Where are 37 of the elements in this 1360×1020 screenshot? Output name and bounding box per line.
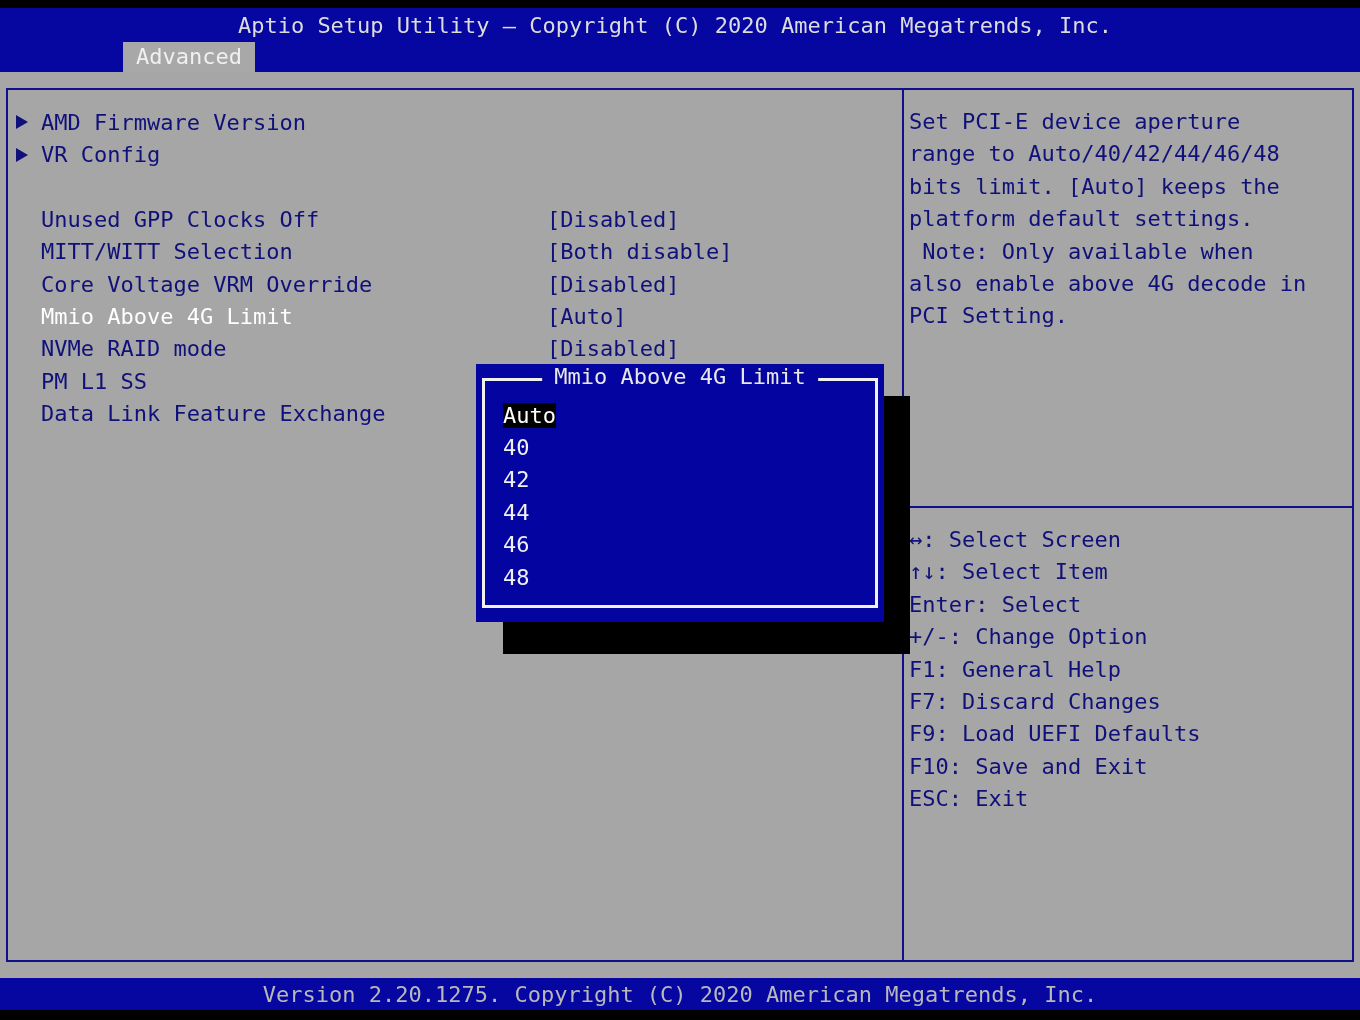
setting-label[interactable]: Core Voltage VRM Override: [41, 271, 547, 297]
submenu-item[interactable]: VR Config: [41, 142, 547, 168]
key-hint: ↑↓: Select Item: [909, 558, 1109, 587]
setting-label[interactable]: Unused GPP Clocks Off: [41, 206, 547, 232]
setting-label[interactable]: MITT/WITT Selection: [41, 239, 547, 265]
setting-value[interactable]: [Both disable]: [547, 239, 733, 265]
window-title: Aptio Setup Utility – Copyright (C) 2020 American Megatrends, Inc.: [236, 12, 1114, 40]
triangle-right-icon: [16, 147, 28, 162]
setting-value[interactable]: [Disabled]: [547, 271, 680, 297]
help-text: range to Auto/40/42/44/46/48: [909, 140, 1281, 169]
setting-value[interactable]: [Disabled]: [547, 206, 680, 232]
key-hint: F9: Load UEFI Defaults: [909, 720, 1202, 749]
submenu-item[interactable]: AMD Firmware Version: [41, 109, 547, 135]
help-text: Set PCI-E device aperture: [909, 108, 1242, 136]
key-hint: ESC: Exit: [909, 785, 1030, 814]
popup-option[interactable]: Auto: [503, 402, 556, 428]
triangle-right-icon: [16, 115, 28, 130]
help-text: platform default settings.: [909, 205, 1255, 234]
help-text: bits limit. [Auto] keeps the: [909, 172, 1281, 201]
popup-option[interactable]: 48: [503, 564, 530, 590]
setting-value[interactable]: [Disabled]: [547, 336, 680, 362]
setting-label[interactable]: NVMe RAID mode: [41, 336, 547, 362]
key-hint: +/-: Change Option: [909, 623, 1149, 652]
help-text: also enable above 4G decode in: [909, 269, 1308, 298]
help-text: PCI Setting.: [909, 302, 1069, 331]
help-text: Note: Only available when: [921, 237, 1255, 266]
popup-option[interactable]: 40: [503, 435, 530, 461]
key-hint: Enter: Select: [909, 590, 1083, 619]
key-hint: F1: General Help: [909, 655, 1122, 684]
popup-option[interactable]: 44: [503, 499, 530, 525]
key-hint: F10: Save and Exit: [909, 752, 1149, 781]
version-text: Version 2.20.1275. Copyright (C) 2020 American Megatrends, Inc.: [262, 981, 1098, 1007]
popup-option[interactable]: 46: [503, 532, 530, 558]
key-hint: F7: Discard Changes: [909, 687, 1162, 716]
setting-value[interactable]: [Auto]: [547, 304, 627, 330]
popup-option[interactable]: 42: [503, 467, 530, 493]
key-hint: ↔: Select Screen: [909, 526, 1122, 554]
